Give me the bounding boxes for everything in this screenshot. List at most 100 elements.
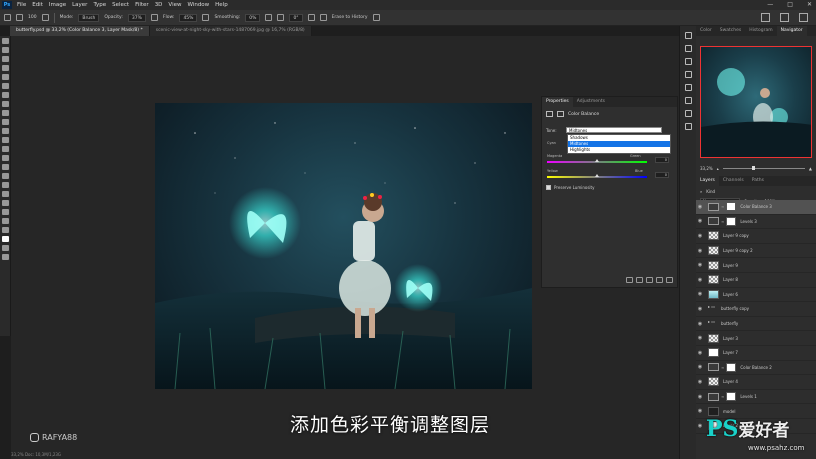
menu-help[interactable]: Help xyxy=(212,2,231,8)
layer-name[interactable]: Color Balance 3 xyxy=(740,204,771,209)
layer-row[interactable]: ◉ ∞ Color Balance 2 xyxy=(696,361,816,376)
opacity-field[interactable]: 37% xyxy=(127,13,146,22)
layer-row[interactable]: ◉ Layer 3 xyxy=(696,331,816,346)
tab-navigator[interactable]: Navigator xyxy=(776,26,807,36)
workspace-icon[interactable] xyxy=(780,13,789,22)
share-icon[interactable] xyxy=(799,13,808,22)
gradient-tool-icon[interactable] xyxy=(2,146,9,152)
layer-row[interactable]: ◉ ∞ Color Balance 3 xyxy=(696,200,816,215)
tab-layers[interactable]: Layers xyxy=(696,176,719,186)
history-brush-tool-icon[interactable] xyxy=(2,128,9,134)
pressure-size-icon[interactable] xyxy=(307,14,315,21)
pen-tool-icon[interactable] xyxy=(2,173,9,179)
screen-mode-icon[interactable] xyxy=(2,254,9,260)
link-icon[interactable]: ∞ xyxy=(721,219,724,224)
layer-name[interactable]: Layer 6 xyxy=(723,292,738,297)
crop-tool-icon[interactable] xyxy=(2,74,9,80)
zoom-in-icon[interactable]: ▲ xyxy=(809,166,812,171)
brushes-icon[interactable] xyxy=(685,123,692,130)
layer-row[interactable]: ◉ Layer 9 copy xyxy=(696,229,816,244)
layer-name[interactable]: Layer 9 copy xyxy=(723,233,749,238)
layer-name[interactable]: Layer 9 copy 2 xyxy=(723,248,753,253)
close-button[interactable]: ✕ xyxy=(807,1,812,8)
folder-icon[interactable]: ▸ ▭ xyxy=(708,304,717,313)
layer-row[interactable]: ◉ Layer 6 xyxy=(696,288,816,303)
layer-mask-thumbnail[interactable] xyxy=(726,362,737,372)
flow-field[interactable]: 45% xyxy=(179,13,198,22)
tone-select[interactable]: Midtones xyxy=(566,127,662,133)
magenta-green-slider[interactable] xyxy=(547,159,647,163)
brush-tool-icon[interactable] xyxy=(16,14,23,21)
character-icon[interactable] xyxy=(685,97,692,104)
eyedropper-tool-icon[interactable] xyxy=(2,92,9,98)
layer-mask-thumbnail[interactable] xyxy=(726,216,737,226)
menu-file[interactable]: File xyxy=(14,2,29,8)
maximize-button[interactable]: □ xyxy=(787,1,793,8)
mask-icon[interactable] xyxy=(557,111,564,117)
layer-name[interactable]: Layer 4 xyxy=(723,379,738,384)
tab-color[interactable]: Color xyxy=(696,26,716,36)
marquee-tool-icon[interactable] xyxy=(2,47,9,53)
layer-row[interactable]: ◉ ∞ Levels 3 xyxy=(696,215,816,230)
layer-row[interactable]: ◉ Layer 9 copy 2 xyxy=(696,244,816,259)
menu-filter[interactable]: Filter xyxy=(132,2,152,8)
smoothing-field[interactable]: 0% xyxy=(245,13,261,22)
color-icon[interactable] xyxy=(685,84,692,91)
mode-select[interactable]: Brush xyxy=(78,13,100,22)
more-tools-icon[interactable] xyxy=(2,227,9,233)
visibility-eye-icon[interactable]: ◉ xyxy=(696,350,704,356)
pressure-opacity-icon[interactable] xyxy=(150,14,158,21)
layer-name[interactable]: Color Balance 2 xyxy=(740,365,771,370)
visibility-eye-icon[interactable]: ◉ xyxy=(696,204,704,210)
brush-size[interactable]: 100 xyxy=(28,15,37,20)
layer-thumbnail[interactable] xyxy=(708,289,719,299)
visibility-eye-icon[interactable]: ◉ xyxy=(696,291,704,297)
visibility-eye-icon[interactable]: ◉ xyxy=(696,335,704,341)
menu-type[interactable]: Type xyxy=(90,2,109,8)
folder-icon[interactable]: ▸ ▭ xyxy=(708,319,717,328)
layer-thumbnail[interactable] xyxy=(708,231,719,241)
tab-scenic-view[interactable]: scenic-view-at-night-sky-with-stars-1487… xyxy=(149,26,312,36)
zoom-value[interactable]: 33,2% xyxy=(700,166,713,171)
layer-name[interactable]: model xyxy=(723,409,735,414)
tab-swatches[interactable]: Swatches xyxy=(716,26,746,36)
quick-mask-icon[interactable] xyxy=(2,245,9,251)
symmetry-icon[interactable] xyxy=(372,14,380,21)
zoom-slider-thumb[interactable] xyxy=(751,166,755,170)
hand-tool-icon[interactable] xyxy=(2,209,9,215)
zoom-slider[interactable] xyxy=(722,166,805,170)
layer-thumbnail[interactable] xyxy=(708,333,719,343)
zoom-tool-icon[interactable] xyxy=(2,218,9,224)
healing-tool-icon[interactable] xyxy=(2,101,9,107)
visibility-eye-icon[interactable]: ◉ xyxy=(696,321,704,327)
layer-row[interactable]: ◉ Layer 8 xyxy=(696,273,816,288)
visibility-eye-icon[interactable]: ◉ xyxy=(696,408,704,414)
path-select-tool-icon[interactable] xyxy=(2,191,9,197)
tab-histogram[interactable]: Histogram xyxy=(745,26,776,36)
history-icon[interactable] xyxy=(685,32,692,39)
slider-thumb[interactable] xyxy=(595,174,599,177)
menu-3d[interactable]: 3D xyxy=(152,2,166,8)
menu-view[interactable]: View xyxy=(165,2,184,8)
layer-name[interactable]: Levels 3 xyxy=(740,219,756,224)
brush-settings-icon[interactable] xyxy=(41,14,49,21)
layer-thumbnail[interactable] xyxy=(708,246,719,256)
properties-icon[interactable] xyxy=(685,58,692,65)
visibility-eye-icon[interactable]: ◉ xyxy=(696,379,704,385)
layer-row[interactable]: ◉ ∞ Levels 1 xyxy=(696,390,816,405)
minimize-button[interactable]: — xyxy=(767,1,773,8)
layer-name[interactable]: Layer 9 xyxy=(723,263,738,268)
visibility-eye-icon[interactable]: ◉ xyxy=(696,277,704,283)
layer-row[interactable]: ◉ Layer 4 xyxy=(696,375,816,390)
layer-row[interactable]: ◉ Layer 9 xyxy=(696,258,816,273)
visibility-eye-icon[interactable]: ◉ xyxy=(696,233,704,239)
adjustment-thumbnail[interactable] xyxy=(708,217,719,226)
layer-name[interactable]: Layer 8 xyxy=(723,277,738,282)
layer-name[interactable]: Layer 3 xyxy=(723,336,738,341)
preserve-checkbox[interactable] xyxy=(546,185,551,190)
quick-select-tool-icon[interactable] xyxy=(2,65,9,71)
visibility-eye-icon[interactable]: ◉ xyxy=(696,306,704,312)
eraser-tool-icon[interactable] xyxy=(2,137,9,143)
tab-properties[interactable]: Properties xyxy=(542,97,573,107)
yellow-blue-value[interactable]: 0 xyxy=(655,172,669,178)
